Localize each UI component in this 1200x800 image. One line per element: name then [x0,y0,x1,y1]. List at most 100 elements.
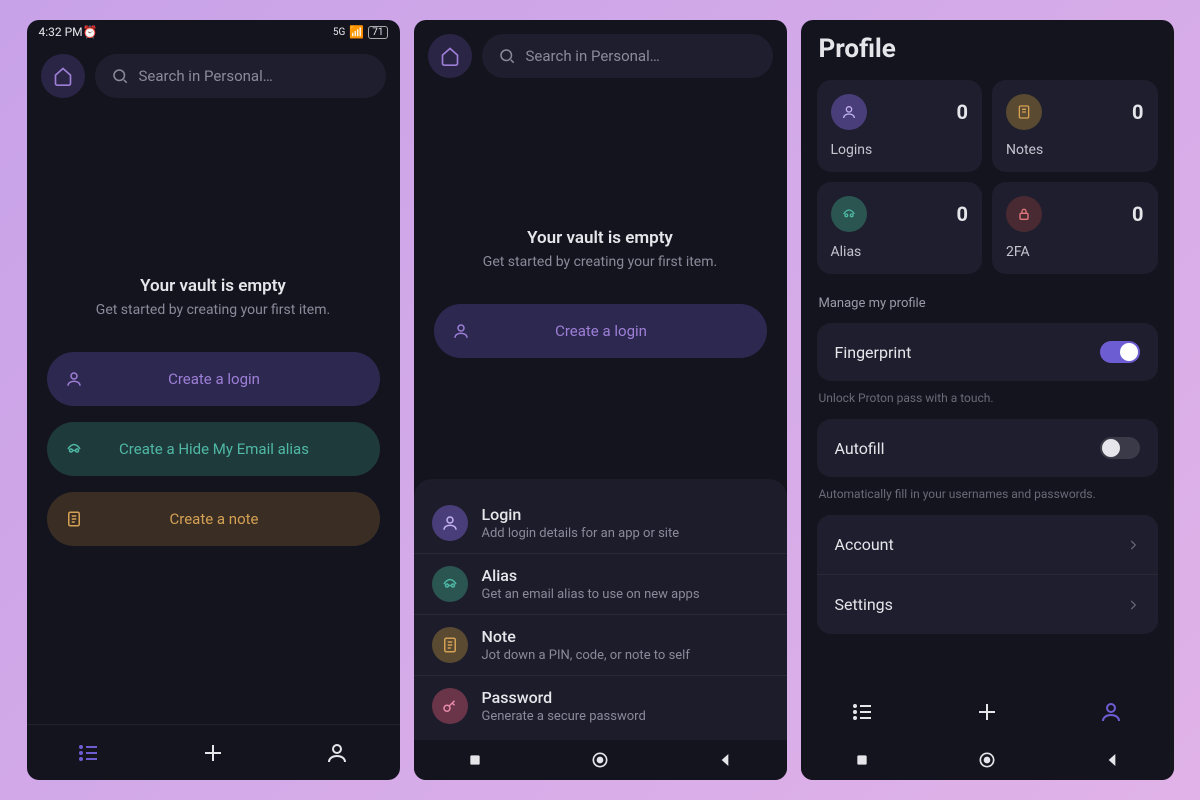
screen-vault-empty: 4:32 PM ⏰ 5G 📶 71 Search in Personal… Yo… [27,20,400,780]
alarm-icon: ⏰ [83,25,98,39]
stat-notes[interactable]: 0 Notes [992,80,1158,172]
status-bar: 4:32 PM ⏰ 5G 📶 71 [27,20,400,44]
lock-icon [1006,196,1042,232]
back-icon[interactable] [1104,752,1120,768]
alias-icon [831,196,867,232]
stat-logins[interactable]: 0 Logins [817,80,983,172]
sheet-note-title: Note [482,627,690,646]
screen-add-sheet: Search in Personal… Your vault is empty … [414,20,787,780]
stat-alias-label: Alias [831,244,969,260]
back-icon[interactable] [717,752,733,768]
search-icon [111,67,129,85]
create-login-button[interactable]: Create a login [434,304,767,358]
note-icon [65,510,83,528]
sheet-login-sub: Add login details for an app or site [482,526,680,541]
profile-title: Profile [801,20,1174,72]
autofill-toggle[interactable] [1100,437,1140,459]
create-login-label: Create a login [97,370,332,388]
person-icon [65,370,83,388]
autofill-setting[interactable]: Autofill [817,419,1158,477]
create-sheet: Login Add login details for an app or si… [414,479,787,740]
sheet-login-title: Login [482,505,680,524]
plus-icon [975,700,999,724]
status-time: 4:32 PM [39,25,83,39]
sheet-alias-sub: Get an email alias to use on new apps [482,587,700,602]
network-icon: 5G [333,27,345,38]
sheet-note-sub: Jot down a PIN, code, or note to self [482,648,690,663]
note-icon [1006,94,1042,130]
chevron-right-icon [1126,538,1140,552]
autofill-label: Autofill [835,439,885,458]
home-nav-icon[interactable] [977,750,997,770]
list-icon [851,700,875,724]
signal-icon: 📶 [349,25,364,39]
battery-icon: 71 [368,26,387,39]
empty-state: Your vault is empty Get started by creat… [27,108,400,724]
settings-row[interactable]: Settings [817,575,1158,634]
stats-grid: 0 Logins 0 Notes 0 Alias [801,72,1174,282]
empty-subtitle: Get started by creating your first item. [96,302,330,318]
stat-2fa[interactable]: 0 2FA [992,182,1158,274]
empty-title: Your vault is empty [527,228,673,248]
alias-icon [432,566,468,602]
home-nav-icon[interactable] [590,750,610,770]
profile-icon [325,741,349,765]
sheet-login[interactable]: Login Add login details for an app or si… [414,493,787,554]
nav-add[interactable] [183,741,243,765]
nav-list[interactable] [833,700,893,724]
system-nav [801,740,1174,780]
search-placeholder: Search in Personal… [526,47,660,65]
list-icon [77,741,101,765]
search-input[interactable]: Search in Personal… [482,34,773,78]
home-icon [53,66,73,86]
sheet-alias[interactable]: Alias Get an email alias to use on new a… [414,554,787,615]
create-alias-button[interactable]: Create a Hide My Email alias [47,422,380,476]
stat-notes-count: 0 [1132,100,1143,124]
sheet-note[interactable]: Note Jot down a PIN, code, or note to se… [414,615,787,676]
app-header: Search in Personal… [27,44,400,108]
create-alias-label: Create a Hide My Email alias [97,440,332,458]
empty-subtitle: Get started by creating your first item. [483,254,717,270]
settings-label: Settings [835,595,893,614]
note-icon [432,627,468,663]
create-login-label: Create a login [484,322,719,340]
nav-add[interactable] [957,700,1017,724]
recents-icon[interactable] [467,752,483,768]
sheet-password-sub: Generate a secure password [482,709,646,724]
empty-title: Your vault is empty [140,276,286,296]
person-icon [831,94,867,130]
nav-list[interactable] [59,741,119,765]
account-label: Account [835,535,894,554]
account-row[interactable]: Account [817,515,1158,575]
person-icon [452,322,470,340]
recents-icon[interactable] [854,752,870,768]
home-button[interactable] [428,34,472,78]
person-icon [432,505,468,541]
sheet-alias-title: Alias [482,566,700,585]
stat-logins-label: Logins [831,142,969,158]
nav-profile[interactable] [1081,700,1141,724]
bottom-nav [27,724,400,780]
stat-2fa-count: 0 [1132,202,1143,226]
create-login-button[interactable]: Create a login [47,352,380,406]
sheet-password-title: Password [482,688,646,707]
search-placeholder: Search in Personal… [139,67,273,85]
home-button[interactable] [41,54,85,98]
nav-profile[interactable] [307,741,367,765]
alias-icon [65,440,83,458]
screen-profile: Profile 0 Logins 0 Notes [801,20,1174,780]
fingerprint-setting[interactable]: Fingerprint [817,323,1158,381]
search-input[interactable]: Search in Personal… [95,54,386,98]
create-note-label: Create a note [97,510,332,528]
fingerprint-label: Fingerprint [835,343,912,362]
profile-icon [1099,700,1123,724]
stat-alias[interactable]: 0 Alias [817,182,983,274]
sheet-password[interactable]: Password Generate a secure password [414,676,787,736]
create-note-button[interactable]: Create a note [47,492,380,546]
autofill-caption: Automatically fill in your usernames and… [801,483,1174,509]
stat-alias-count: 0 [957,202,968,226]
fingerprint-caption: Unlock Proton pass with a touch. [801,387,1174,413]
fingerprint-toggle[interactable] [1100,341,1140,363]
plus-icon [201,741,225,765]
chevron-right-icon [1126,598,1140,612]
